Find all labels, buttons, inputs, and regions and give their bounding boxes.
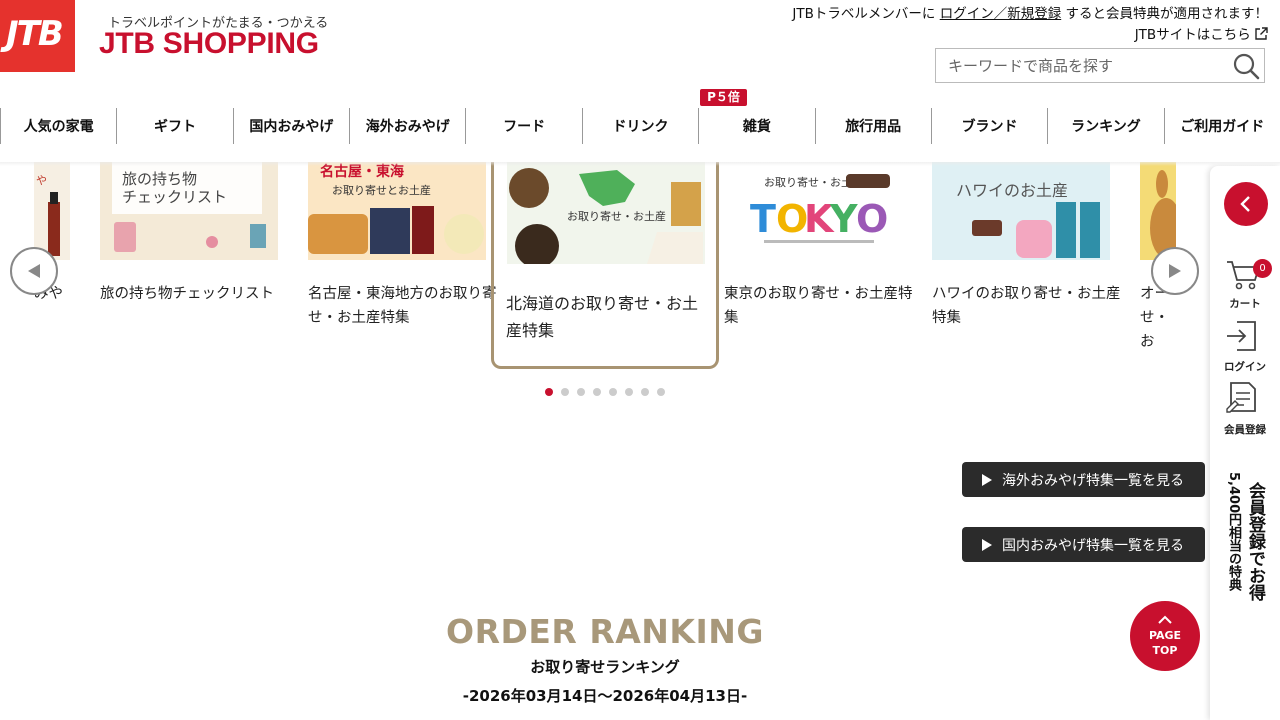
play-icon [982,473,992,486]
login-register-link[interactable]: ログイン／新規登録 [940,6,1062,22]
svg-text:O: O [856,197,888,241]
site-header: JTB トラベルポイントがたまる・つかえる JTB SHOPPING JTBトラ… [0,0,1280,162]
card-image: 名古屋・東海 お取り寄せとお土産 [308,162,486,260]
promo-heading[interactable]: 会員登録でお得 [1243,482,1268,601]
button-label: 海外おみやげ特集一覧を見る [1002,472,1184,489]
card-image: ハワイのお土産 [932,162,1110,260]
register-label: 会員登録 [1224,424,1266,436]
card-caption: 北海道のお取り寄せ・お土産特集 [506,294,699,340]
jtb-logo[interactable]: JTB [0,0,75,72]
card-image: や [34,162,70,260]
triangle-right-icon [1169,264,1181,278]
svg-text:ハワイのお土産: ハワイのお土産 [956,181,1068,200]
svg-text:T: T [750,197,776,241]
chevron-left-icon [1240,196,1250,212]
carousel-dot[interactable] [545,388,553,396]
ranking-title: ORDER RANKING [446,612,764,651]
card-caption: 旅の持ち物チェックリスト [100,286,274,302]
card-image: お取り寄せ・お土産 T O K Y O [724,162,902,260]
carousel-prev-button[interactable] [10,247,58,295]
carousel-next-button[interactable] [1151,247,1199,295]
member-notice: JTBトラベルメンバーに ログイン／新規登録 すると会員特典が適用されます！ [792,2,1268,22]
side-panel-toggle[interactable] [1224,182,1268,226]
page-top-label: TOP [1152,644,1178,657]
search-input[interactable] [936,49,1226,82]
jtb-site-label: JTBサイトはこちら [1134,27,1251,43]
search-icon[interactable] [1232,52,1260,80]
external-link-icon [1255,27,1268,40]
overseas-features-button[interactable]: 海外おみやげ特集一覧を見る [962,462,1205,497]
carousel-card-hokkaido[interactable]: お取り寄せ・お土産 北海道のお取り寄せ・お土産特集 [491,162,719,369]
nav-item-domestic-souvenirs[interactable]: 国内おみやげ [232,108,349,144]
play-icon [982,538,992,551]
ranking-subtitle: お取り寄せランキング [530,658,680,676]
register-icon [1226,382,1256,413]
triangle-left-icon [28,264,40,278]
card-image [1140,162,1176,260]
carousel-dot[interactable] [625,388,633,396]
login-icon [1227,321,1256,351]
login-button[interactable] [1225,318,1261,358]
ranking-period: -2026年03月14日～2026年04月13日- [462,687,748,705]
brand-name[interactable]: JTB SHOPPING [99,27,319,61]
carousel-dot[interactable] [593,388,601,396]
carousel-dots [545,388,665,396]
button-label: 国内おみやげ特集一覧を見る [1002,537,1184,554]
chevron-up-icon [1158,615,1172,624]
svg-text:や: や [36,174,47,187]
promo-detail[interactable]: 5,400円相当の特典 [1224,472,1243,591]
svg-text:チェックリスト: チェックリスト [122,188,227,206]
nav-item-ranking[interactable]: ランキング [1047,108,1163,144]
svg-text:お取り寄せとお土産: お取り寄せとお土産 [332,183,431,197]
member-prefix: JTBトラベルメンバーに [792,6,936,22]
cart-count-badge: 0 [1253,259,1272,278]
card-image: お取り寄せ・お土産 [507,162,705,264]
carousel-dot[interactable] [577,388,585,396]
carousel-dot[interactable] [561,388,569,396]
nav-item-drink[interactable]: ドリンク [581,108,698,144]
register-button[interactable] [1225,379,1261,419]
logo-text: JTB [6,14,64,54]
page-top-button[interactable]: PAGE TOP [1130,601,1200,671]
side-panel: 0 カート ログイン 会員登録 会員登録でお得 5,400円相当の特典 [1210,166,1280,720]
nav-item-guide[interactable]: ご利用ガイド [1163,108,1280,144]
carousel-dot[interactable] [657,388,665,396]
nav-item-overseas-souvenirs[interactable]: 海外おみやげ [349,108,465,144]
nav-item-travel-goods[interactable]: 旅行用品 [814,108,931,144]
domestic-features-button[interactable]: 国内おみやげ特集一覧を見る [962,527,1205,562]
cart-label: カート [1229,298,1261,310]
nav-item-goods[interactable]: 雑貨 [698,108,814,144]
card-caption: 名古屋・東海地方のお取り寄せ・お土産特集 [308,286,497,326]
feature-carousel: や みや 旅の持ち物 チェックリスト 旅の持ち物チェックリスト 名古屋・東海 お… [0,162,1210,402]
nav-item-food[interactable]: フード [465,108,581,144]
nav-item-electronics[interactable]: 人気の家電 [0,108,116,144]
search-box [935,48,1265,83]
nav-item-brand[interactable]: ブランド [930,108,1047,144]
points-badge: P５倍 [700,89,747,106]
svg-text:旅の持ち物: 旅の持ち物 [122,170,197,188]
svg-text:Y: Y [829,197,858,241]
card-image: 旅の持ち物 チェックリスト [100,162,278,260]
login-label: ログイン [1224,361,1266,373]
jtb-site-link[interactable]: JTBサイトはこちら [1135,23,1268,43]
page-top-label: PAGE [1148,629,1182,642]
carousel-dot[interactable] [609,388,617,396]
card-caption: 東京のお取り寄せ・お土産特集 [724,286,913,326]
carousel-dot[interactable] [641,388,649,396]
card-caption: ハワイのお取り寄せ・お土産特集 [932,286,1121,326]
svg-text:お取り寄せ・お土産: お取り寄せ・お土産 [567,209,666,223]
main-nav: 人気の家電 ギフト 国内おみやげ 海外おみやげ フード ドリンク 雑貨 旅行用品… [0,108,1280,144]
nav-item-gift[interactable]: ギフト [116,108,232,144]
member-suffix: すると会員特典が適用されます！ [1065,6,1269,22]
